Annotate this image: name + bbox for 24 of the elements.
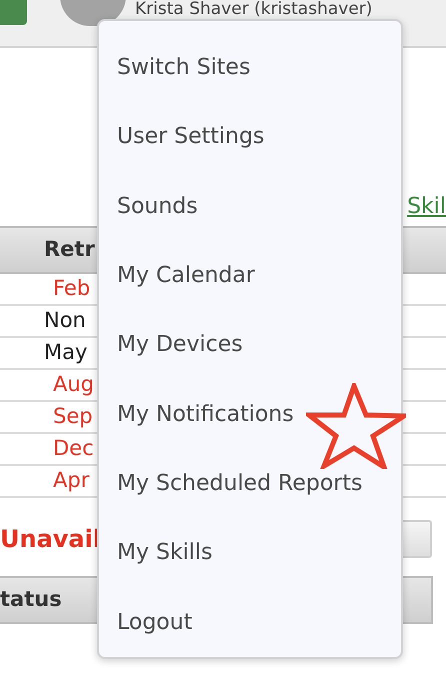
menu-item[interactable]: Switch Sites [99,33,401,102]
star-icon [306,383,406,469]
menu-item[interactable]: My Calendar [99,240,401,310]
section-title: Unavail [0,524,102,555]
filter-button[interactable] [400,520,432,558]
skills-link[interactable]: Skil [407,196,446,218]
table-cell-text: Apr [52,467,90,494]
table-cell-text: Aug [52,371,94,398]
menu-item[interactable]: My Skills [99,518,401,588]
table-cell-text: Dec [52,435,94,462]
menu-item[interactable]: My Devices [99,310,401,380]
menu-item[interactable]: My Scheduled Reports [99,448,401,518]
menu-button[interactable] [0,0,27,25]
table-cell-text: Sep [52,403,93,430]
menu-item[interactable]: User Settings [99,102,401,172]
menu-item[interactable]: Sounds [99,172,401,241]
menu-item[interactable]: My Notifications [99,380,401,449]
table-cell-text: Non [44,307,86,334]
user-name[interactable]: Krista Shaver (kristashaver) [135,0,372,18]
column-header: Retr [44,236,95,264]
table-cell-text: Feb [52,275,90,302]
column-header: tatus [0,586,62,614]
menu-item[interactable]: Logout [99,588,401,657]
table-cell-text: May [44,339,88,366]
